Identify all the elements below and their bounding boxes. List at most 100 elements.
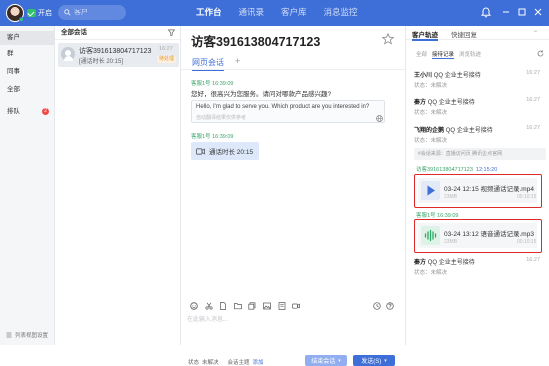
call-record-bubble[interactable]: 通话时长 20:15 [191, 142, 259, 160]
audio-wave-icon[interactable] [421, 226, 440, 245]
scissors-icon[interactable] [205, 302, 213, 310]
message-meta: 客服1号 16:39:09 [191, 134, 234, 140]
track-time: 16:27 [526, 70, 540, 76]
list-settings-icon [6, 332, 12, 338]
chat-panel: 访客391613804717123 网页会话 + 客服1号 16:39:09 您… [181, 26, 405, 366]
star-icon[interactable] [382, 33, 394, 45]
track-filter-tabs: 全部 接待记录 浏览轨迹 [416, 50, 481, 59]
track-time: 16:27 [526, 97, 540, 103]
tab-customer-track[interactable]: 客户轨迹 [412, 29, 438, 41]
visitor-meta-time: 12:15:20 [475, 167, 498, 173]
online-status-dot [19, 17, 24, 22]
add-topic-link[interactable]: 添加 [253, 358, 264, 366]
list-view-settings[interactable]: 列表视图设置 [6, 331, 48, 339]
history-icon[interactable] [373, 302, 381, 310]
checkbox-icon [27, 9, 36, 17]
nav-customer-library[interactable]: 客户库 [281, 6, 307, 18]
end-session-button[interactable]: 结束会话 ▾ [305, 355, 347, 366]
sidebar-item-customers[interactable]: 客户 [0, 31, 55, 45]
track-action: QQ 企业主号接待 [427, 260, 475, 266]
translate-icon[interactable] [376, 115, 383, 122]
filter-icon[interactable] [168, 29, 175, 36]
track-status: 状态：未解决 [414, 270, 448, 276]
sidebar-item-label: 群 [7, 50, 14, 57]
track-action: QQ 企业主号接待 [445, 128, 493, 134]
file-card-inner: 03-24 12:15 视频通话记录.mp4 23MB 00:10:15 [418, 178, 537, 203]
track-time: 16:27 [526, 125, 540, 131]
nav-contacts[interactable]: 通讯录 [239, 6, 265, 18]
sidebar-item-label: 客户 [7, 34, 20, 41]
video-call-icon [196, 147, 205, 155]
tab-quick-reply[interactable]: 快捷回复 [451, 29, 477, 39]
conversation-snippet: [通话时长 20:15] [79, 59, 124, 65]
sidebar-item-colleagues[interactable]: 同事 [0, 65, 55, 79]
conversation-name: 访客391613804717123 [79, 48, 152, 55]
track-title: 王小川 QQ 企业主号接待 [414, 70, 544, 79]
note-icon[interactable] [278, 302, 286, 310]
file-duration: 00:10:15 [517, 239, 537, 245]
track-time: 16:27 [526, 257, 540, 263]
subtab-reception-record[interactable]: 接待记录 [432, 50, 455, 59]
track-title: 秦方 QQ 企业主号接待 [414, 257, 544, 266]
file-card-audio[interactable]: 03-24 13:12 语音通话记录.mp3 23MB 00:10:15 [414, 219, 542, 253]
search-input[interactable] [74, 9, 122, 16]
track-agent: 王小川 [414, 73, 433, 79]
nav-message-monitor[interactable]: 消息监控 [324, 6, 358, 18]
conversation-item[interactable]: 访客391613804717123 16:27 [通话时长 20:15] 待处理 [58, 43, 179, 67]
send-label: 发送(S) [361, 359, 382, 365]
file-size: 23MB [444, 239, 458, 245]
list-view-settings-label: 列表视图设置 [15, 333, 49, 339]
visitor-meta-name: 访客391613804717123 [416, 167, 473, 173]
close-icon[interactable] [533, 7, 543, 17]
visitor-avatar [61, 47, 75, 61]
play-icon[interactable] [421, 181, 440, 200]
minimize-icon[interactable] [501, 7, 511, 17]
nav-workbench[interactable]: 工作台 [196, 6, 222, 18]
chat-title: 访客391613804717123 [191, 35, 321, 49]
search-icon [64, 9, 71, 16]
video-icon[interactable] [292, 302, 301, 310]
help-icon[interactable] [386, 302, 394, 310]
document-icon[interactable] [219, 302, 227, 310]
message-compose[interactable] [187, 314, 399, 328]
track-item[interactable]: 王小川 QQ 企业主号接待 16:27 状态：未解决 [414, 70, 544, 89]
file-duration: 00:10:15 [517, 194, 537, 200]
refresh-icon[interactable] [537, 50, 544, 57]
track-item[interactable]: 飞翔的企鹅 QQ 企业主号接待 16:27 状态：未解决 [414, 125, 544, 144]
status-value[interactable]: 未解决 [202, 358, 219, 366]
subtab-all[interactable]: 全部 [416, 50, 427, 59]
status-toggle-button[interactable]: 开启 [27, 8, 52, 18]
track-agent: 秦方 [414, 260, 427, 266]
send-button[interactable]: 发送(S) ▾ [353, 355, 395, 366]
sidebar-item-queue[interactable]: 排队 2 [0, 105, 55, 119]
conversation-time: 16:27 [159, 46, 173, 52]
visitor-meta: 访客391613804717123 12:15:20 [416, 165, 497, 173]
divider [181, 69, 405, 70]
conversation-status-tag: 待处理 [157, 56, 177, 63]
file-card-inner: 03-24 13:12 语音通话记录.mp3 23MB 00:10:15 [418, 223, 537, 248]
customer-panel: 客户轨迹 快捷回复 ··· 全部 接待记录 浏览轨迹 王小川 QQ 企业主号接待… [405, 26, 549, 345]
more-icon[interactable]: ··· [533, 28, 538, 35]
bell-icon[interactable] [481, 7, 491, 18]
sidebar-item-groups[interactable]: 群 [0, 47, 55, 61]
add-tab-button[interactable]: + [235, 56, 240, 66]
track-title: 飞翔的企鹅 QQ 企业主号接待 [414, 125, 544, 134]
track-item[interactable]: 秦方 QQ 企业主号接待 16:27 状态：未解决 [414, 257, 544, 276]
folder-icon[interactable] [233, 302, 242, 310]
track-item[interactable]: 秦方 QQ 企业主号接待 16:27 状态：未解决 [414, 97, 544, 116]
file-size: 23MB [444, 194, 458, 200]
search-box[interactable] [58, 5, 126, 20]
maximize-icon[interactable] [517, 7, 527, 17]
translation-note: 自动翻译结果仅供参考 [196, 115, 247, 121]
emoji-icon[interactable] [190, 302, 198, 310]
stack-icon[interactable] [248, 302, 256, 310]
topic-label: 会话主题 [227, 360, 250, 366]
sidebar-item-all[interactable]: 全部 [0, 83, 55, 97]
end-session-label: 结束会话 [311, 359, 336, 365]
track-status: 状态：未解决 [414, 110, 448, 116]
message-input[interactable] [187, 314, 399, 328]
image-icon[interactable] [263, 302, 271, 310]
subtab-browse-track[interactable]: 浏览轨迹 [459, 50, 481, 59]
track-title: 秦方 QQ 企业主号接待 [414, 97, 544, 106]
file-card-video[interactable]: 03-24 12:15 视频通话记录.mp4 23MB 00:10:15 [414, 174, 542, 208]
